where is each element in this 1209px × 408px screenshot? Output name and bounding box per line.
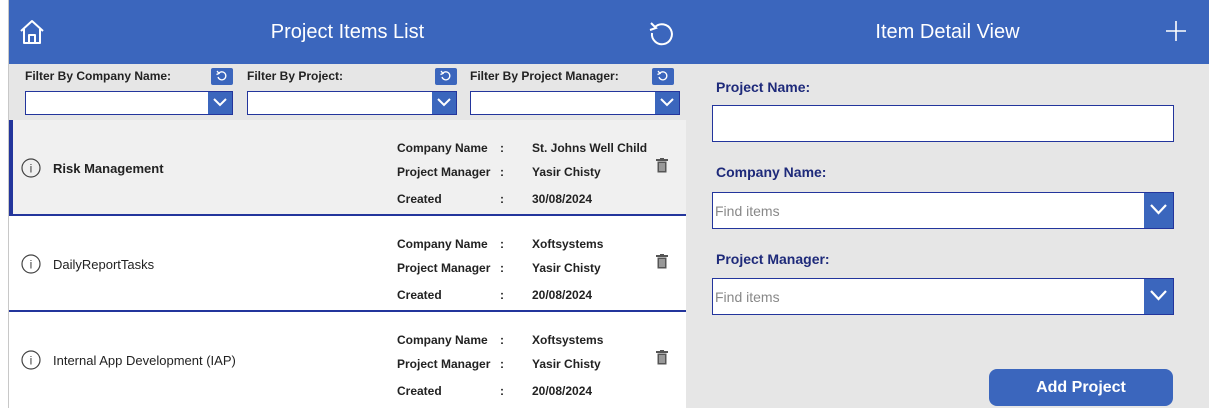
filter-manager-label: Filter By Project Manager: (470, 69, 619, 83)
colon: : (500, 384, 504, 398)
list-header: Project Items List (9, 0, 686, 64)
info-icon[interactable]: i (21, 158, 41, 178)
chevron-down-icon (1150, 290, 1167, 301)
project-manager-placeholder: Find items (715, 289, 780, 305)
colon: : (500, 288, 504, 302)
detail-title: Item Detail View (875, 21, 1020, 43)
list-item[interactable]: i DailyReportTasks Company Name : Xoftsy… (9, 216, 687, 312)
manager-key: Project Manager (397, 165, 491, 179)
company-name-label: Company Name: (716, 164, 827, 180)
list-title: Project Items List (270, 21, 425, 43)
manager-key: Project Manager (397, 261, 491, 275)
detail-header: Item Detail View (686, 0, 1209, 64)
colon: : (500, 165, 504, 179)
created-key: Created (397, 192, 442, 206)
colon: : (500, 333, 504, 347)
filter-company: Filter By Company Name: (25, 64, 235, 120)
reset-icon (657, 70, 668, 81)
created-value: 20/08/2024 (532, 384, 593, 398)
project-manager-dropdown-button[interactable] (1144, 279, 1173, 314)
list-item-title: Internal App Development (IAP) (53, 353, 236, 368)
project-manager-combobox[interactable]: Find items (712, 278, 1174, 315)
project-name-label: Project Name: (716, 79, 811, 95)
chevron-down-icon (1150, 204, 1167, 215)
reset-icon (440, 70, 451, 81)
filter-manager-dropdown[interactable] (470, 91, 680, 115)
filter-company-dropdown[interactable] (25, 91, 233, 115)
filter-project: Filter By Project: (247, 64, 462, 120)
created-key: Created (397, 384, 442, 398)
plus-icon[interactable] (1165, 20, 1187, 42)
filter-project-reset-button[interactable] (435, 68, 457, 85)
company-key: Company Name (397, 237, 488, 251)
company-value: St. Johns Well Child (532, 141, 648, 155)
svg-text:i: i (30, 354, 33, 368)
filter-company-reset-button[interactable] (211, 68, 233, 85)
svg-text:i: i (30, 162, 33, 176)
filter-company-dropdown-button[interactable] (208, 92, 232, 114)
company-value: Xoftsystems (532, 333, 604, 347)
list-item-title: DailyReportTasks (53, 257, 155, 272)
manager-value: Yasir Chisty (532, 165, 601, 179)
company-value: Xoftsystems (532, 237, 604, 251)
reset-icon (216, 70, 227, 81)
filter-project-label: Filter By Project: (247, 69, 344, 83)
reset-icon[interactable] (647, 19, 675, 47)
filter-company-label: Filter By Company Name: (25, 69, 172, 83)
company-name-combobox[interactable]: Find items (712, 192, 1174, 229)
created-value: 20/08/2024 (532, 288, 593, 302)
list-item[interactable]: i Internal App Development (IAP) Company… (9, 312, 687, 408)
created-key: Created (397, 288, 442, 302)
filter-project-dropdown[interactable] (247, 91, 457, 115)
project-items-panel: Project Items List Filter By Company Nam… (8, 0, 687, 408)
list-item-title: Risk Management (53, 161, 164, 176)
info-icon[interactable]: i (21, 350, 41, 370)
company-key: Company Name (397, 333, 488, 347)
chevron-down-icon (660, 98, 674, 107)
filter-manager-dropdown-button[interactable] (655, 92, 679, 114)
manager-key: Project Manager (397, 357, 491, 371)
filter-manager-reset-button[interactable] (652, 68, 674, 85)
trash-icon[interactable] (656, 350, 668, 365)
manager-value: Yasir Chisty (532, 261, 601, 275)
company-key: Company Name (397, 141, 488, 155)
company-name-placeholder: Find items (715, 203, 780, 219)
colon: : (500, 237, 504, 251)
trash-icon[interactable] (656, 254, 668, 269)
filter-manager: Filter By Project Manager: (470, 64, 682, 120)
item-detail-panel: Item Detail View Project Name: Company N… (686, 0, 1209, 408)
created-value: 30/08/2024 (532, 192, 593, 206)
list-item[interactable]: i Risk Management Company Name : St. Joh… (9, 120, 687, 216)
svg-text:i: i (30, 258, 33, 272)
add-project-button[interactable]: Add Project (989, 369, 1173, 406)
company-name-dropdown-button[interactable] (1144, 193, 1173, 228)
info-icon[interactable]: i (21, 254, 41, 274)
project-name-input[interactable] (712, 105, 1174, 142)
colon: : (500, 192, 504, 206)
manager-value: Yasir Chisty (532, 357, 601, 371)
project-list: i Risk Management Company Name : St. Joh… (9, 120, 687, 408)
colon: : (500, 357, 504, 371)
filter-bar: Filter By Company Name: Filter By Projec… (9, 64, 687, 120)
project-manager-label: Project Manager: (716, 251, 830, 267)
trash-icon[interactable] (656, 158, 668, 173)
colon: : (500, 141, 504, 155)
colon: : (500, 261, 504, 275)
chevron-down-icon (437, 98, 451, 107)
filter-project-dropdown-button[interactable] (432, 92, 456, 114)
chevron-down-icon (213, 98, 227, 107)
